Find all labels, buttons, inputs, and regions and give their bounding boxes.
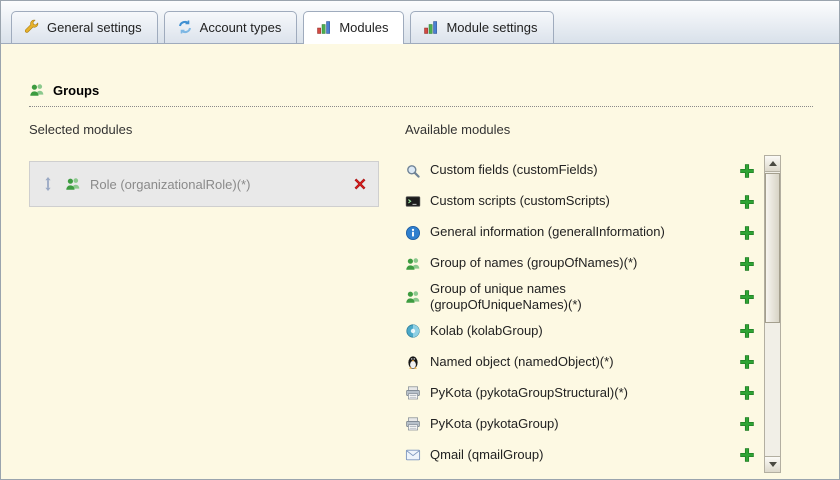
plus-icon [739, 256, 755, 272]
tab-label: Modules [339, 19, 389, 35]
add-module-button[interactable] [739, 354, 755, 370]
available-modules-label: Available modules [405, 122, 511, 137]
tab-label: Module settings [446, 19, 538, 35]
selected-modules-column: Selected modules Role (organizationalRol… [29, 122, 379, 207]
modules-icon [423, 19, 439, 35]
group-icon [29, 82, 45, 98]
available-module-row: General information (generalInformation) [405, 217, 755, 248]
selected-module-label: Role (organizationalRole)(*) [90, 176, 251, 192]
available-module-label: Named object (namedObject)(*) [430, 353, 614, 369]
available-module-row: Named object (namedObject)(*) [405, 347, 755, 378]
add-module-button[interactable] [739, 289, 755, 305]
group-icon [405, 256, 421, 272]
plus-icon [739, 194, 755, 210]
add-module-button[interactable] [739, 194, 755, 210]
delete-icon [352, 176, 368, 192]
available-module-label: Group of unique names (groupOfUniqueName… [430, 281, 582, 313]
plus-icon [739, 225, 755, 241]
available-module-row: Custom fields (customFields) [405, 155, 755, 186]
available-module-label: Custom fields (customFields) [430, 162, 598, 178]
terminal-icon [405, 194, 421, 210]
add-module-button[interactable] [739, 163, 755, 179]
scrollbar-up-button[interactable] [765, 156, 780, 172]
available-module-row: Custom scripts (customScripts) [405, 186, 755, 217]
plus-icon [739, 447, 755, 463]
wrench-icon [24, 19, 40, 35]
plus-icon [739, 163, 755, 179]
available-module-label: Qmail (qmailGroup) [430, 446, 544, 462]
available-module-label: PyKota (pykotaGroup) [430, 415, 559, 431]
printer-icon [405, 416, 421, 432]
modules-panel: Groups Selected modules Role (organizati… [1, 44, 839, 479]
section-header: Groups [29, 82, 813, 107]
kolab-icon [405, 323, 421, 339]
search-icon [405, 163, 421, 179]
available-module-label: General information (generalInformation) [430, 224, 665, 240]
tab-general-settings[interactable]: General settings [11, 11, 158, 43]
plus-icon [739, 416, 755, 432]
available-module-row: Qmail (qmailGroup) [405, 440, 755, 471]
tab-label: Account types [199, 19, 282, 35]
available-module-label: Group of names (groupOfNames)(*) [430, 255, 638, 271]
section-title: Groups [53, 82, 100, 98]
available-modules-list: Custom fields (customFields) Custom scrip… [405, 155, 755, 471]
tab-account-types[interactable]: Account types [163, 11, 298, 43]
plus-icon [739, 289, 755, 305]
modules-icon [316, 19, 332, 35]
tab-modules[interactable]: Modules [303, 11, 405, 44]
mail-icon [405, 447, 421, 463]
gears-icon [177, 19, 193, 35]
plus-icon [739, 323, 755, 339]
scroll-up-arrow-icon [768, 161, 777, 166]
available-modules-column: Available modules Custom fields (customF… [405, 122, 781, 473]
plus-icon [739, 385, 755, 401]
add-module-button[interactable] [739, 256, 755, 272]
drag-handle-icon[interactable] [40, 176, 56, 192]
configuration-window: General settings Account types Modules Modu… [0, 0, 840, 480]
available-module-row: Group of unique names (groupOfUniqueName… [405, 279, 755, 316]
available-module-row: PyKota (pykotaGroupStructural)(*) [405, 378, 755, 409]
tab-bar: General settings Account types Modules Modu… [1, 1, 839, 44]
remove-module-button[interactable] [352, 176, 368, 192]
available-module-label: Custom scripts (customScripts) [430, 193, 610, 209]
add-module-button[interactable] [739, 385, 755, 401]
available-module-row: PyKota (pykotaGroup) [405, 409, 755, 440]
scroll-down-arrow-icon [768, 462, 777, 467]
scrollbar-track[interactable] [764, 155, 781, 473]
scrollbar-thumb[interactable] [765, 173, 780, 323]
add-module-button[interactable] [739, 323, 755, 339]
available-module-row: Group of names (groupOfNames)(*) [405, 248, 755, 279]
selected-modules-label: Selected modules [29, 122, 133, 137]
group-icon [65, 176, 81, 192]
group-icon [405, 289, 421, 305]
available-module-label: Kolab (kolabGroup) [430, 322, 543, 338]
available-module-label: PyKota (pykotaGroupStructural)(*) [430, 384, 628, 400]
add-module-button[interactable] [739, 225, 755, 241]
selected-modules-list: Role (organizationalRole)(*) [29, 161, 379, 207]
available-modules-wrap: Custom fields (customFields) Custom scrip… [405, 155, 781, 473]
add-module-button[interactable] [739, 447, 755, 463]
add-module-button[interactable] [739, 416, 755, 432]
info-icon [405, 225, 421, 241]
tab-module-settings[interactable]: Module settings [410, 11, 554, 43]
selected-module-row: Role (organizationalRole)(*) [29, 161, 379, 207]
available-module-row: Kolab (kolabGroup) [405, 316, 755, 347]
scrollbar-down-button[interactable] [765, 456, 780, 472]
plus-icon [739, 354, 755, 370]
tab-label: General settings [47, 19, 142, 35]
printer-icon [405, 385, 421, 401]
penguin-icon [405, 354, 421, 370]
